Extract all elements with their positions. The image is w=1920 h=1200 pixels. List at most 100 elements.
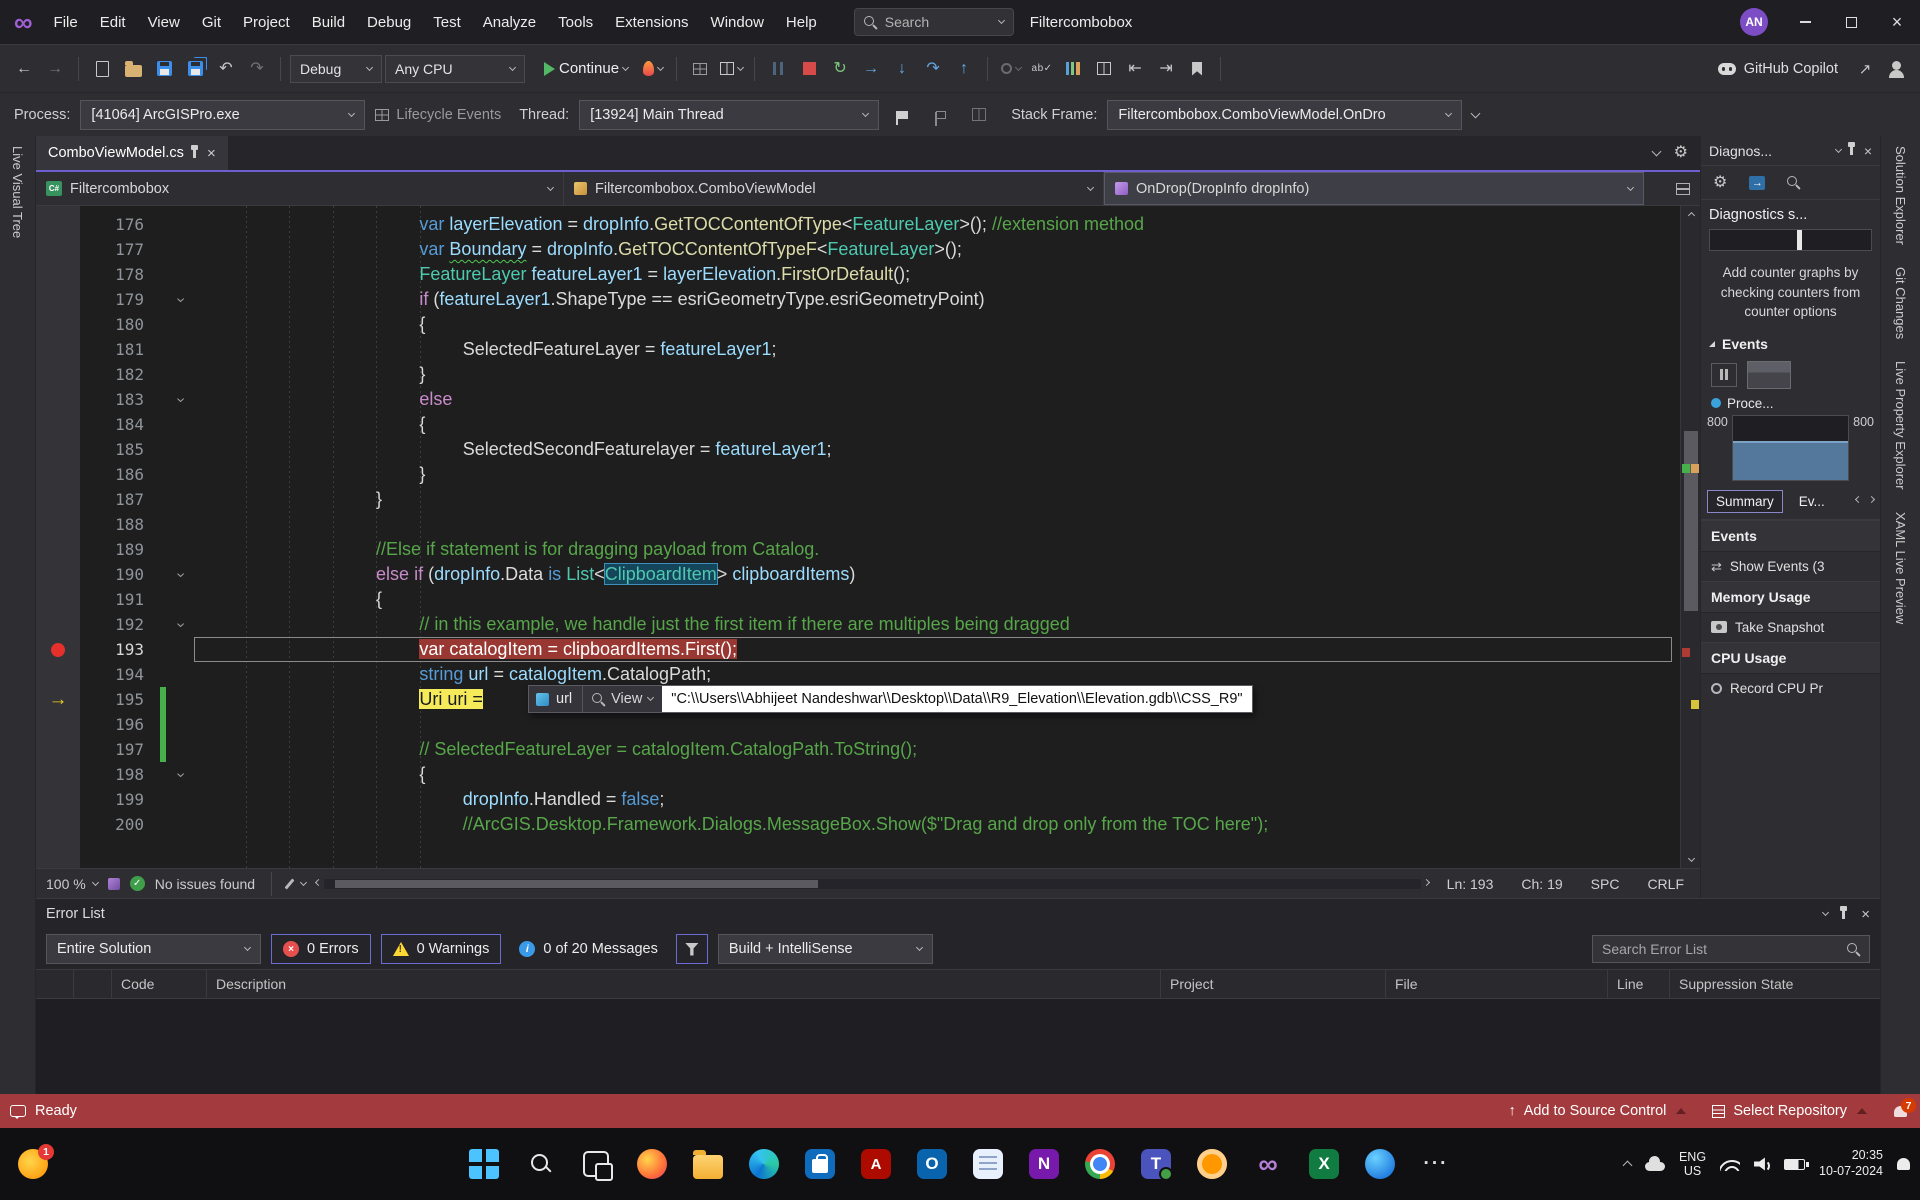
code-text[interactable]: { bbox=[194, 312, 1700, 337]
tab-events[interactable]: Ev... bbox=[1791, 491, 1833, 512]
breakpoints-window-button[interactable] bbox=[686, 54, 714, 84]
code-text[interactable]: var layerElevation = dropInfo.GetTOCCont… bbox=[194, 212, 1700, 237]
code-text[interactable]: string url = catalogItem.CatalogPath; bbox=[194, 662, 1700, 687]
spaces-indicator[interactable]: SPC bbox=[1591, 876, 1620, 892]
line-ending-indicator[interactable]: CRLF bbox=[1647, 876, 1684, 892]
code-metrics-button[interactable] bbox=[1059, 54, 1087, 84]
restart-button[interactable]: ↻ bbox=[826, 54, 854, 84]
breakpoint-margin-cell[interactable] bbox=[36, 562, 80, 587]
code-text[interactable]: else bbox=[194, 387, 1700, 412]
taskbar-task-view-icon[interactable] bbox=[574, 1142, 618, 1186]
code-line-180[interactable]: 180 { bbox=[36, 312, 1700, 337]
current-statement-arrow[interactable]: → bbox=[36, 687, 80, 712]
code-line-193[interactable]: 193 var catalogItem = clipboardItems.Fir… bbox=[36, 637, 1700, 662]
code-line-183[interactable]: 183› else bbox=[36, 387, 1700, 412]
breakpoint-margin-cell[interactable] bbox=[36, 237, 80, 262]
breakpoint-margin-cell[interactable] bbox=[36, 337, 80, 362]
chevron-down-icon[interactable] bbox=[1822, 909, 1829, 916]
save-button[interactable] bbox=[150, 54, 178, 84]
taskbar-blue-circle-icon[interactable] bbox=[1358, 1142, 1402, 1186]
zoom-in-icon[interactable] bbox=[1787, 176, 1800, 189]
redo-button[interactable]: ↷ bbox=[243, 54, 271, 84]
language-indicator[interactable]: ENG US bbox=[1679, 1150, 1706, 1179]
column-suppression-state[interactable]: Suppression State bbox=[1670, 970, 1880, 998]
code-editor[interactable]: 176 var layerElevation = dropInfo.GetTOC… bbox=[36, 206, 1700, 868]
vertical-scrollbar[interactable] bbox=[1680, 206, 1700, 868]
menu-test[interactable]: Test bbox=[422, 0, 472, 44]
side-tab-xaml-live-preview[interactable]: XAML Live Preview bbox=[1893, 512, 1908, 624]
breakpoint-margin-cell[interactable] bbox=[36, 437, 80, 462]
datatip-popup[interactable]: url View "C:\\Users\\Abhijeet Nandeshwar… bbox=[528, 685, 1253, 713]
open-file-button[interactable] bbox=[119, 54, 147, 84]
breakpoint-margin-cell[interactable] bbox=[36, 712, 80, 737]
navigate-back-button[interactable]: ← bbox=[10, 54, 38, 84]
breakpoint-margin-cell[interactable] bbox=[36, 762, 80, 787]
menu-help[interactable]: Help bbox=[775, 0, 828, 44]
pin-icon[interactable] bbox=[1842, 910, 1845, 919]
menu-git[interactable]: Git bbox=[191, 0, 232, 44]
code-line-198[interactable]: 198› { bbox=[36, 762, 1700, 787]
code-text[interactable] bbox=[194, 512, 1700, 537]
stack-frame-dropdown[interactable]: Filtercombobox.ComboViewModel.OnDro bbox=[1107, 100, 1462, 130]
breakpoint-margin-cell[interactable] bbox=[36, 487, 80, 512]
pin-icon[interactable] bbox=[193, 149, 196, 158]
breakpoint-margin-cell[interactable] bbox=[36, 462, 80, 487]
code-text[interactable]: SelectedSecondFeaturelayer = featureLaye… bbox=[194, 437, 1700, 462]
account-avatar[interactable]: AN bbox=[1740, 8, 1768, 36]
code-line-182[interactable]: 182 } bbox=[36, 362, 1700, 387]
error-list-search-box[interactable]: Search Error List bbox=[1592, 935, 1870, 963]
scroll-up-arrow-icon[interactable] bbox=[1681, 206, 1700, 222]
menu-tools[interactable]: Tools bbox=[547, 0, 604, 44]
breakpoint-margin-cell[interactable] bbox=[36, 362, 80, 387]
health-label[interactable]: No issues found bbox=[155, 876, 255, 892]
code-line-190[interactable]: 190› else if (dropInfo.Data is List<Clip… bbox=[36, 562, 1700, 587]
code-text[interactable]: //Else if statement is for dragging payl… bbox=[194, 537, 1700, 562]
step-into-button[interactable]: ↓ bbox=[888, 54, 916, 84]
code-text[interactable]: var Boundary = dropInfo.GetTOCContentOfT… bbox=[194, 237, 1700, 262]
tab-comboviewmodel[interactable]: ComboViewModel.cs × bbox=[36, 136, 228, 170]
code-text[interactable]: { bbox=[194, 412, 1700, 437]
diagnostics-tools-button[interactable] bbox=[997, 54, 1025, 84]
code-line-189[interactable]: 189 //Else if statement is for dragging … bbox=[36, 537, 1700, 562]
code-line-186[interactable]: 186 } bbox=[36, 462, 1700, 487]
add-to-source-control-button[interactable]: ↑ Add to Source Control bbox=[1495, 1094, 1699, 1128]
solution-configuration-dropdown[interactable]: Debug bbox=[290, 55, 382, 83]
lifecycle-events-button[interactable]: Lifecycle Events bbox=[375, 107, 501, 123]
bookmark-button[interactable] bbox=[1183, 54, 1211, 84]
code-text[interactable]: SelectedFeatureLayer = featureLayer1; bbox=[194, 337, 1700, 362]
pin-icon[interactable] bbox=[1850, 146, 1853, 155]
hidden-icons-chevron-icon[interactable] bbox=[1623, 1161, 1633, 1171]
taskbar-chrome-icon[interactable] bbox=[1078, 1142, 1122, 1186]
code-line-176[interactable]: 176 var layerElevation = dropInfo.GetTOC… bbox=[36, 212, 1700, 237]
notification-center-icon[interactable] bbox=[1897, 1158, 1910, 1170]
source-dropdown[interactable]: Build + IntelliSense bbox=[718, 934, 933, 964]
project-dropdown[interactable]: C# Filtercombobox bbox=[36, 172, 564, 205]
breakpoint-margin-cell[interactable] bbox=[36, 537, 80, 562]
code-text[interactable]: var catalogItem = clipboardItems.First()… bbox=[194, 637, 1700, 662]
taskbar-more-icon[interactable]: ··· bbox=[1414, 1142, 1458, 1186]
taskbar-teams-icon[interactable]: T bbox=[1134, 1142, 1178, 1186]
stop-debugging-button[interactable] bbox=[795, 54, 823, 84]
compare-files-button[interactable] bbox=[1090, 54, 1118, 84]
menu-edit[interactable]: Edit bbox=[89, 0, 137, 44]
breakpoint-margin-cell[interactable] bbox=[36, 512, 80, 537]
column-severity[interactable] bbox=[74, 970, 112, 998]
code-text[interactable]: } bbox=[194, 362, 1700, 387]
taskbar-visual-studio-icon[interactable]: ∞ bbox=[1246, 1142, 1290, 1186]
breakpoint-margin-cell[interactable] bbox=[36, 212, 80, 237]
record-cpu-button[interactable]: Record CPU Pr bbox=[1701, 674, 1880, 703]
verify-code-button[interactable]: ab✓ bbox=[1028, 54, 1056, 84]
side-tab-git-changes[interactable]: Git Changes bbox=[1893, 267, 1908, 339]
github-copilot-button[interactable]: GitHub Copilot bbox=[1708, 54, 1848, 84]
menu-window[interactable]: Window bbox=[700, 0, 775, 44]
scope-dropdown[interactable]: Entire Solution bbox=[46, 934, 261, 964]
taskbar-onenote-icon[interactable]: N bbox=[1022, 1142, 1066, 1186]
taskbar-notepad-icon[interactable] bbox=[966, 1142, 1010, 1186]
datatip-view-dropdown[interactable]: View bbox=[582, 686, 662, 712]
new-file-button[interactable] bbox=[88, 54, 116, 84]
zoom-dropdown[interactable]: 100 % bbox=[46, 876, 98, 892]
save-all-button[interactable] bbox=[181, 54, 209, 84]
minimize-button[interactable] bbox=[1782, 0, 1828, 44]
pause-events-button[interactable] bbox=[1711, 363, 1737, 387]
code-text[interactable]: //ArcGIS.Desktop.Framework.Dialogs.Messa… bbox=[194, 812, 1700, 837]
